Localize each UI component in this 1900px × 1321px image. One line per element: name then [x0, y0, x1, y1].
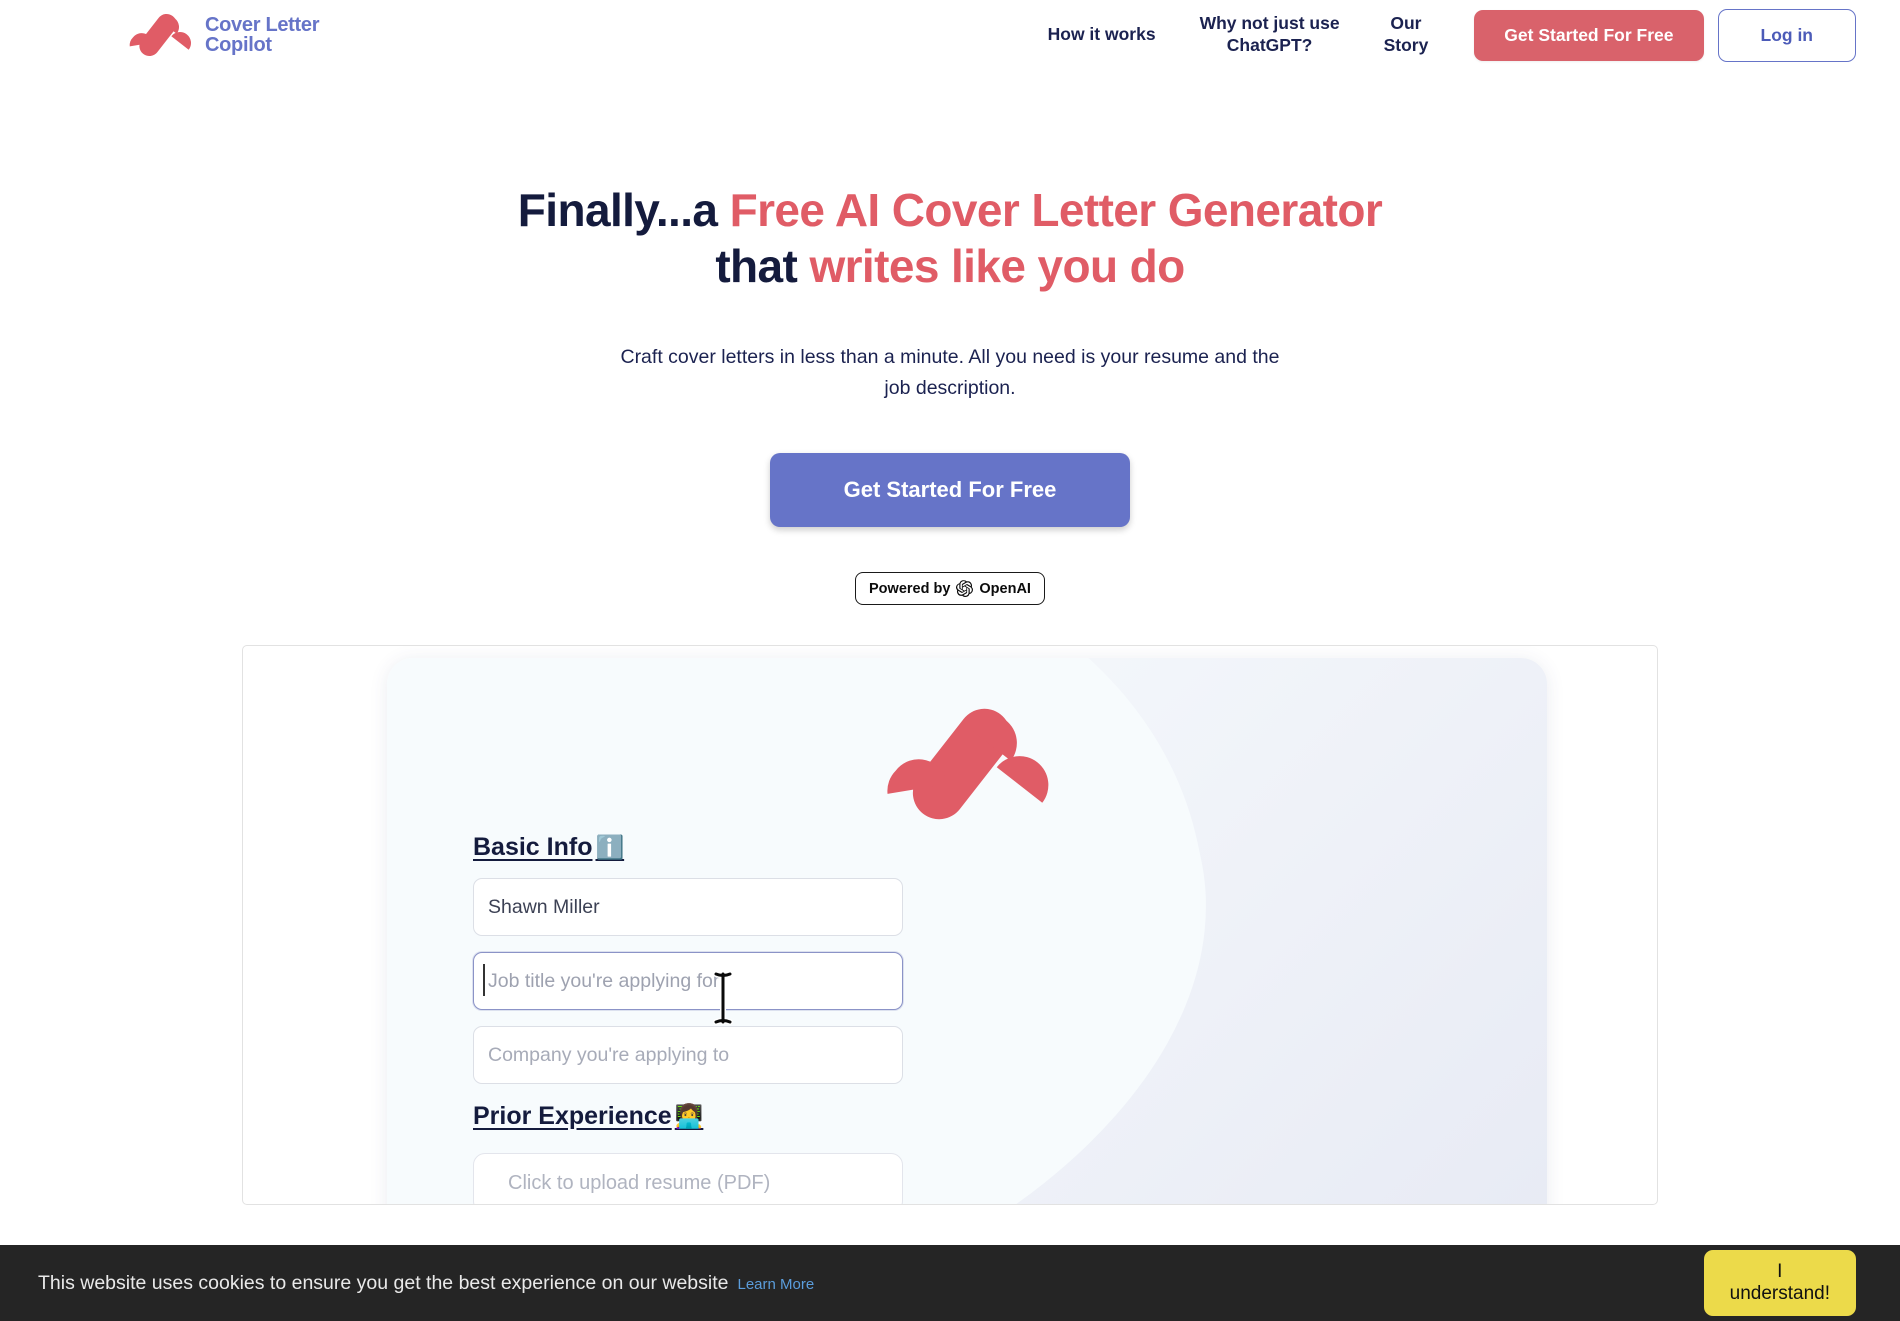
main-navigation: How it works Why not just use ChatGPT? O…	[1026, 8, 1856, 62]
cover-letter-copilot-logo-icon	[128, 12, 192, 58]
powered-by-label: Powered by	[869, 580, 951, 597]
hero-title-line1: Finally...a Free AI Cover Letter Generat…	[517, 184, 1383, 236]
resume-upload-dropzone[interactable]: Click to upload resume (PDF)	[473, 1153, 903, 1204]
nav-link-our-story[interactable]: Our Story	[1362, 13, 1451, 57]
hero-title-accent-2: writes like you do	[809, 240, 1185, 293]
job-title-input[interactable]	[473, 952, 903, 1010]
nav-link-why-not-chatgpt[interactable]: Why not just use ChatGPT?	[1178, 13, 1362, 57]
product-preview-frame: Basic Info ℹ️ Prior Experience 👩‍💻 Click…	[242, 645, 1658, 1205]
basic-info-label: Basic Info	[473, 833, 593, 861]
header-get-started-button[interactable]: Get Started For Free	[1474, 9, 1704, 61]
hero-get-started-button[interactable]: Get Started For Free	[769, 453, 1131, 528]
hero-title-accent-1: Free AI Cover Letter Generator	[729, 184, 1383, 236]
company-input[interactable]	[473, 1026, 903, 1084]
hero-subtitle: Craft cover letters in less than a minut…	[620, 346, 1280, 399]
cookie-message: This website uses cookies to ensure you …	[38, 1271, 729, 1294]
prior-experience-label: Prior Experience	[473, 1102, 672, 1130]
cookie-accept-button[interactable]: I understand!	[1703, 1249, 1856, 1317]
openai-label: OpenAI	[979, 580, 1031, 597]
hero-title-line2: that writes like you do	[715, 240, 1185, 293]
brand-name: Cover Letter Copilot	[205, 13, 320, 56]
prior-experience-heading: Prior Experience 👩‍💻	[473, 1102, 703, 1131]
basic-info-heading: Basic Info ℹ️	[473, 833, 624, 862]
hero-title-plain-2: that	[715, 240, 810, 293]
preview-cover-letter-copilot-logo-icon	[883, 698, 1051, 830]
text-caret	[483, 964, 485, 996]
site-header: Cover Letter Copilot How it works Why no…	[0, 0, 1900, 70]
login-button[interactable]: Log in	[1717, 8, 1856, 62]
app-preview-card: Basic Info ℹ️ Prior Experience 👩‍💻 Click…	[387, 658, 1547, 1204]
cookie-message-group: This website uses cookies to ensure you …	[38, 1272, 814, 1295]
prior-experience-group: Prior Experience 👩‍💻 Click to upload res…	[473, 1102, 903, 1204]
nav-link-how-it-works[interactable]: How it works	[1026, 24, 1178, 46]
preview-form: Basic Info ℹ️ Prior Experience 👩‍💻 Click…	[473, 833, 903, 1204]
hero-title-plain-1: Finally...a	[517, 184, 730, 236]
info-emoji-icon: ℹ️	[595, 834, 625, 860]
openai-logo-icon	[956, 580, 974, 598]
hero-section: Finally...a Free AI Cover Letter Generat…	[0, 70, 1900, 606]
full-name-input[interactable]	[473, 878, 903, 936]
brand-logo[interactable]: Cover Letter Copilot	[128, 12, 320, 58]
cookie-learn-more-link[interactable]: Learn More	[737, 1276, 814, 1293]
cookie-consent-banner: This website uses cookies to ensure you …	[0, 1245, 1900, 1321]
woman-technologist-emoji-icon: 👩‍💻	[674, 1103, 704, 1129]
job-title-field-wrap	[473, 952, 903, 1010]
resume-upload-label: Click to upload resume (PDF)	[508, 1171, 771, 1194]
page-title: Finally...a Free AI Cover Letter Generat…	[0, 182, 1900, 294]
powered-by-openai-badge[interactable]: Powered by OpenAI	[855, 572, 1045, 606]
